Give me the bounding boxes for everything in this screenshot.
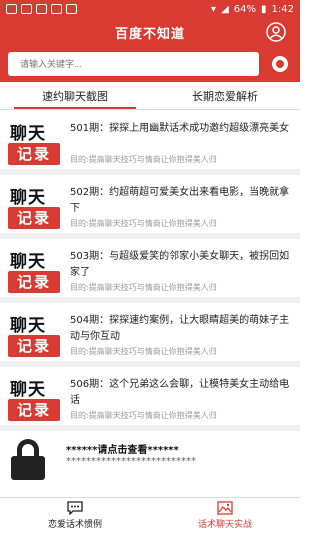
- tab-quick-chat[interactable]: 速约聊天截图: [0, 82, 150, 109]
- search-dot-icon: [276, 60, 284, 68]
- chat-record-thumbnail: 聊天 记录: [8, 247, 60, 297]
- notification-icon: [6, 4, 17, 14]
- clock: 1:42: [271, 3, 294, 15]
- chat-record-thumbnail: 聊天 记录: [8, 375, 60, 425]
- article-list: 聊天 记录 501期：探探上用幽默话术成功邀约超级漂亮美女 目的:提高聊天技巧与…: [0, 111, 300, 499]
- notification-icon: [51, 4, 62, 14]
- notification-icon: [66, 4, 77, 14]
- tab-long-term[interactable]: 长期恋爱解析: [150, 82, 300, 109]
- notification-icons: [6, 4, 77, 14]
- chat-record-thumbnail: 聊天 记录: [8, 311, 60, 361]
- bottom-nav: 恋爱话术惯例 话术聊天实战: [0, 497, 300, 533]
- search-bar: [0, 46, 300, 82]
- status-bar: ▾ ◢ 64% ▮ 1:42: [0, 0, 300, 18]
- app-bar: 百度不知道: [0, 18, 300, 46]
- chat-bubble-icon: [67, 501, 83, 515]
- locked-item[interactable]: ******请点击查看****** **********************…: [0, 431, 300, 491]
- article-subtitle: 目的:提高聊天技巧与情商让你抱得美人归: [70, 411, 217, 420]
- thumb-top-text: 聊天: [10, 316, 46, 336]
- battery-level: 64%: [233, 3, 257, 15]
- thumb-bottom-text: 记录: [8, 207, 60, 229]
- locked-stars: **************************: [66, 456, 196, 467]
- thumb-top-text: 聊天: [10, 188, 46, 208]
- image-icon: [217, 501, 233, 515]
- article-title: 501期：探探上用幽默话术成功邀约超级漂亮美女: [70, 123, 290, 134]
- chat-record-thumbnail: 聊天 记录: [8, 183, 60, 233]
- list-item[interactable]: 聊天 记录 503期：与超级爱笑的邻家小美女聊天，被拐回如家了 目的:提高聊天技…: [0, 239, 300, 303]
- battery-icon: ▮: [261, 3, 267, 15]
- thumb-top-text: 聊天: [10, 380, 46, 400]
- article-subtitle: 目的:提高聊天技巧与情商让你抱得美人归: [70, 283, 217, 292]
- thumb-bottom-text: 记录: [8, 271, 60, 293]
- notification-icon: [36, 4, 47, 14]
- signal-icon: ◢: [221, 3, 229, 15]
- chat-record-thumbnail: 聊天 记录: [8, 119, 60, 169]
- article-title: 503期：与超级爱笑的邻家小美女聊天，被拐回如家了: [70, 251, 290, 278]
- list-item[interactable]: 聊天 记录 501期：探探上用幽默话术成功邀约超级漂亮美女 目的:提高聊天技巧与…: [0, 111, 300, 175]
- thumb-bottom-text: 记录: [8, 335, 60, 357]
- lock-icon: [8, 439, 48, 480]
- article-title: 502期：约超萌超可爱美女出来看电影，当晚就拿下: [70, 187, 290, 214]
- thumb-bottom-text: 记录: [8, 143, 60, 165]
- locked-message: ******请点击查看******: [66, 445, 179, 456]
- tab-bar: 速约聊天截图 长期恋爱解析: [0, 82, 300, 110]
- article-title: 504期：探探速约案例，让大眼睛超美的萌妹子主动与你互动: [70, 315, 290, 342]
- nav-label: 话术聊天实战: [197, 520, 252, 530]
- article-subtitle: 目的:提高聊天技巧与情商让你抱得美人归: [70, 219, 217, 228]
- thumb-top-text: 聊天: [10, 124, 46, 144]
- user-icon[interactable]: [266, 22, 286, 42]
- article-subtitle: 目的:提高聊天技巧与情商让你抱得美人归: [70, 347, 217, 356]
- list-item[interactable]: 聊天 记录 502期：约超萌超可爱美女出来看电影，当晚就拿下 目的:提高聊天技巧…: [0, 175, 300, 239]
- nav-chat-practice[interactable]: 话术聊天实战: [150, 498, 300, 533]
- wifi-icon: ▾: [211, 3, 217, 15]
- thumb-bottom-text: 记录: [8, 399, 60, 421]
- article-subtitle: 目的:提高聊天技巧与情商让你抱得美人归: [70, 155, 217, 164]
- list-item[interactable]: 聊天 记录 506期：这个兄弟这么会聊，让模特美女主动给电话 目的:提高聊天技巧…: [0, 367, 300, 431]
- nav-love-scripts[interactable]: 恋爱话术惯例: [0, 498, 150, 533]
- nav-label: 恋爱话术惯例: [47, 520, 102, 530]
- search-input[interactable]: [8, 52, 259, 76]
- app-title: 百度不知道: [114, 26, 185, 42]
- notification-icon: [21, 4, 32, 14]
- list-item[interactable]: 聊天 记录 504期：探探速约案例，让大眼睛超美的萌妹子主动与你互动 目的:提高…: [0, 303, 300, 367]
- search-button[interactable]: [272, 56, 288, 72]
- article-title: 506期：这个兄弟这么会聊，让模特美女主动给电话: [70, 379, 290, 406]
- thumb-top-text: 聊天: [10, 252, 46, 272]
